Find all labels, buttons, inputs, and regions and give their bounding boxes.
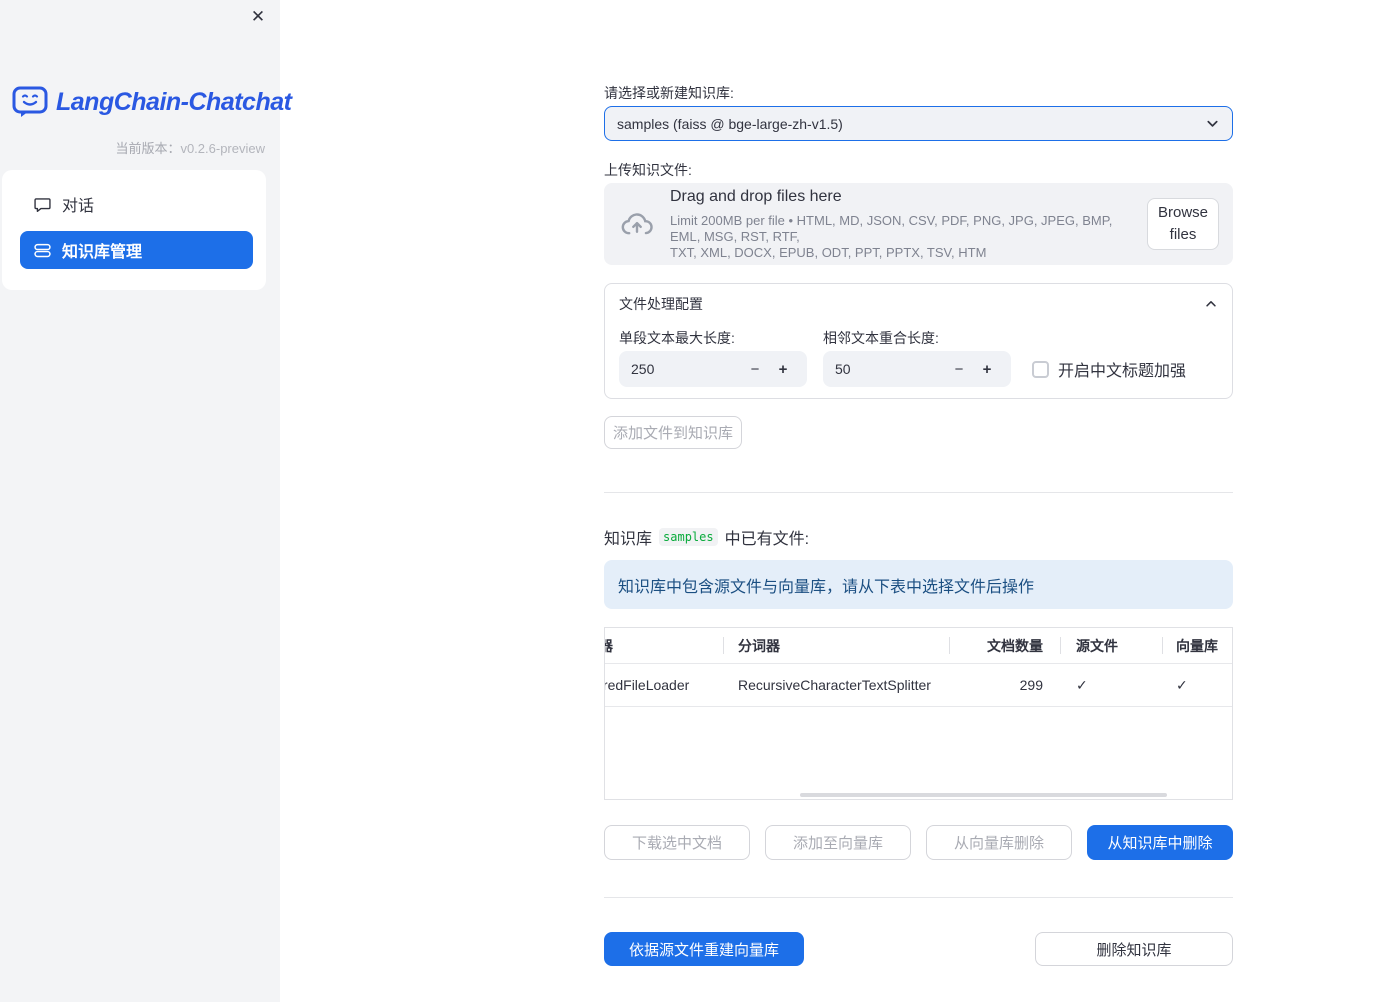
table-divider — [605, 706, 1232, 707]
table-row[interactable]: UnstructuredFileLoader RecursiveCharacte… — [605, 664, 1232, 706]
chunk-size-label: 单段文本最大长度: — [619, 330, 735, 346]
column-header-text: 向量库 — [1176, 637, 1218, 654]
version-value: v0.2.6-preview — [180, 141, 265, 156]
cloud-upload-icon — [621, 213, 653, 235]
sidebar-item-label: 知识库管理 — [62, 244, 143, 261]
rebuild-vector-store-button[interactable]: 依据源文件重建向量库 — [604, 932, 804, 966]
dropzone-texts: Drag and drop files here Limit 200MB per… — [670, 188, 1147, 261]
cell-loader: UnstructuredFileLoader — [605, 664, 723, 706]
chat-bubble-icon — [34, 197, 51, 212]
horizontal-scrollbar[interactable] — [800, 793, 1167, 797]
overlap-size-input[interactable]: 50 − + — [823, 351, 1011, 387]
file-config-expander: 文件处理配置 单段文本最大长度: 250 − + 相邻文本重合长度: 50 − … — [604, 283, 1233, 399]
divider — [604, 897, 1233, 898]
sidebar-item-knowledge-base[interactable]: 知识库管理 — [20, 231, 253, 269]
column-divider — [949, 637, 950, 654]
chunk-size-input[interactable]: 250 − + — [619, 351, 807, 387]
column-divider — [1060, 637, 1061, 654]
cell-splitter: RecursiveCharacterTextSplitter — [723, 664, 949, 706]
delete-from-vector-store-button[interactable]: 从向量库删除 — [926, 825, 1072, 860]
cell-loader-text: UnstructuredFileLoader — [605, 677, 690, 693]
checkmark: ✓ — [1076, 676, 1088, 693]
app-logo: LangChain-Chatchat — [12, 86, 292, 118]
sidebar-item-dialogue[interactable]: 对话 — [20, 185, 253, 223]
dropzone-limit-line2: TXT, XML, DOCX, EPUB, ODT, PPT, PPTX, TS… — [670, 244, 987, 260]
app-screen: ✕ LangChain-Chatchat 当前版本：v0.2.6-preview… — [0, 0, 1380, 1002]
version-info: 当前版本：v0.2.6-preview — [115, 138, 265, 157]
file-actions-row: 下载选中文档 添加至向量库 从向量库删除 从知识库中删除 — [604, 825, 1233, 860]
cell-source-check: ✓ — [1060, 664, 1162, 706]
overlap-size-increment-button[interactable]: + — [973, 361, 1001, 378]
chunk-size-decrement-button[interactable]: − — [741, 361, 769, 378]
add-files-to-kb-button[interactable]: 添加文件到知识库 — [604, 416, 742, 449]
column-header-doc-count[interactable]: 文档数量 — [949, 628, 1060, 663]
table-header-row: 文档加载器 分词器 文档数量 源文件 向量库 — [605, 628, 1232, 663]
info-alert-text: 知识库中包含源文件与向量库，请从下表中选择文件后操作 — [618, 578, 1035, 596]
column-header-text: 分词器 — [738, 637, 780, 654]
cell-text: RecursiveCharacterTextSplitter — [738, 677, 931, 693]
file-dropzone[interactable]: Drag and drop files here Limit 200MB per… — [604, 183, 1233, 265]
cell-doc-count: 299 — [949, 664, 1060, 706]
chevron-up-icon — [1206, 301, 1216, 307]
file-config-expander-header[interactable]: 文件处理配置 — [605, 284, 1232, 324]
chunk-size-increment-button[interactable]: + — [769, 361, 797, 378]
zh-title-enhance-label: 开启中文标题加强 — [1058, 363, 1187, 380]
browse-files-button[interactable]: Browse files — [1147, 198, 1219, 250]
dropzone-title: Drag and drop files here — [670, 187, 842, 205]
sidebar-menu: 对话 知识库管理 — [2, 170, 266, 290]
kb-name-code: samples — [659, 528, 718, 546]
kb-files-table[interactable]: 文档加载器 分词器 文档数量 源文件 向量库 UnstructuredFileL… — [604, 627, 1233, 800]
chunk-size-value: 250 — [631, 361, 655, 377]
checkmark: ✓ — [1176, 676, 1188, 693]
delete-kb-button[interactable]: 删除知识库 — [1035, 932, 1233, 966]
info-alert: 知识库中包含源文件与向量库，请从下表中选择文件后操作 — [604, 560, 1233, 609]
kb-select-label: 请选择或新建知识库: — [604, 85, 734, 101]
list-icon — [34, 243, 51, 257]
column-header-splitter[interactable]: 分词器 — [723, 628, 949, 663]
add-to-vector-store-button[interactable]: 添加至向量库 — [765, 825, 911, 860]
download-selected-button[interactable]: 下载选中文档 — [604, 825, 750, 860]
column-header-vector-store[interactable]: 向量库 — [1162, 628, 1232, 663]
kb-files-suffix: 中已有文件: — [724, 531, 810, 548]
delete-from-kb-button[interactable]: 从知识库中删除 — [1087, 825, 1233, 860]
cell-text: 299 — [1019, 677, 1043, 693]
zh-title-enhance-checkbox-row[interactable]: 开启中文标题加强 — [1032, 357, 1186, 381]
chatchat-logo-icon — [12, 86, 48, 117]
divider — [604, 492, 1233, 493]
kb-select-dropdown[interactable]: samples (faiss @ bge-large-zh-v1.5) — [604, 106, 1233, 141]
column-divider — [723, 637, 724, 654]
kb-files-heading: 知识库 samples 中已有文件: — [604, 525, 809, 549]
overlap-size-decrement-button[interactable]: − — [945, 361, 973, 378]
file-config-title: 文件处理配置 — [619, 296, 703, 312]
column-header-text: 源文件 — [1076, 637, 1118, 654]
sidebar-close-icon[interactable]: ✕ — [246, 5, 270, 29]
kb-files-prefix: 知识库 — [604, 531, 653, 548]
overlap-size-value: 50 — [835, 361, 851, 377]
main-content: 请选择或新建知识库: samples (faiss @ bge-large-zh… — [604, 0, 1233, 1002]
upload-label: 上传知识文件: — [604, 162, 692, 178]
sidebar-item-label: 对话 — [62, 198, 95, 215]
column-divider — [1162, 637, 1163, 654]
column-header-loader-text: 文档加载器 — [605, 636, 613, 656]
cell-vector-check: ✓ — [1162, 664, 1232, 706]
column-header-source-file[interactable]: 源文件 — [1060, 628, 1162, 663]
column-header-text: 文档数量 — [987, 637, 1043, 654]
app-logo-text: LangChain-Chatchat — [56, 87, 292, 116]
kb-select-value: samples (faiss @ bge-large-zh-v1.5) — [617, 115, 843, 132]
dropzone-limit-line1: Limit 200MB per file • HTML, MD, JSON, C… — [670, 212, 1113, 244]
chevron-down-icon — [1207, 120, 1218, 127]
version-label: 当前版本： — [115, 141, 181, 156]
overlap-size-label: 相邻文本重合长度: — [823, 330, 939, 346]
zh-title-enhance-checkbox[interactable] — [1032, 360, 1049, 378]
column-header-loader[interactable]: 文档加载器 — [605, 628, 723, 663]
sidebar: ✕ LangChain-Chatchat 当前版本：v0.2.6-preview… — [0, 0, 292, 1002]
